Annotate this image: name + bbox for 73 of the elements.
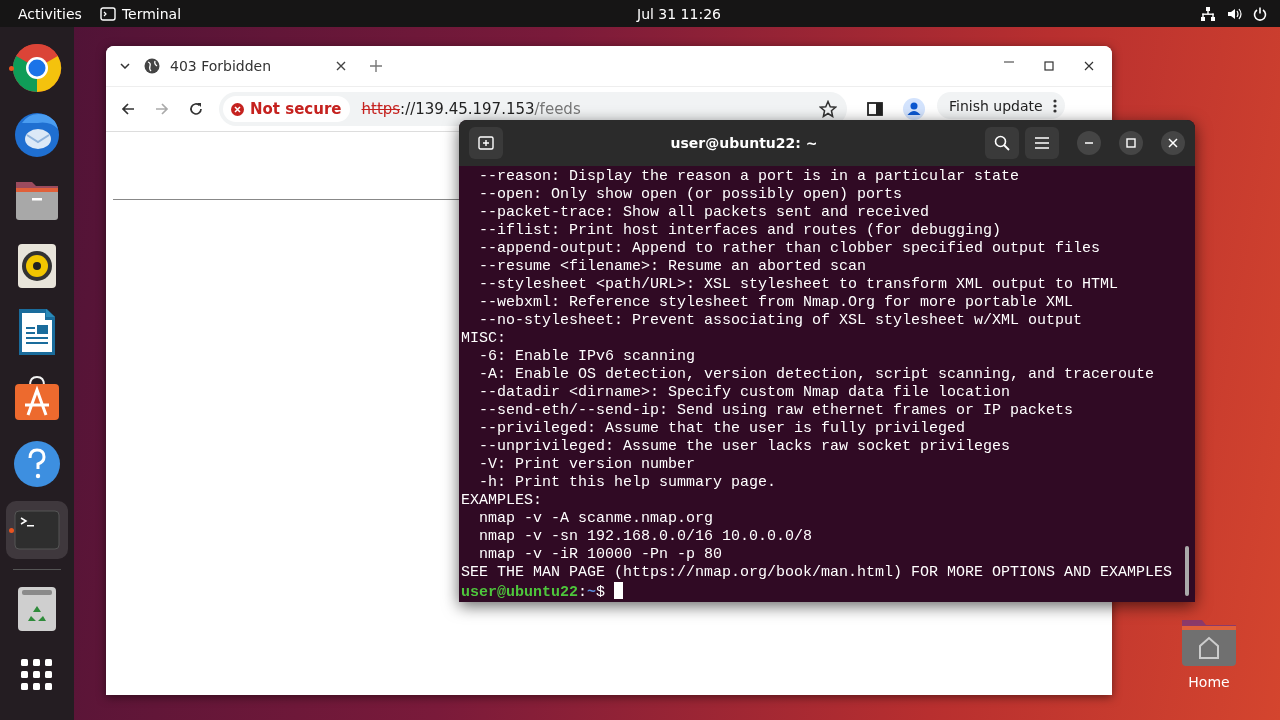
terminal-line: -V: Print version number — [478, 456, 696, 474]
close-icon[interactable] — [1084, 61, 1094, 71]
terminal-line: --iflist: Print host interfaces and routes (for debugging) — [478, 222, 1002, 240]
maximize-button[interactable] — [1119, 131, 1143, 155]
plus-icon[interactable] — [370, 60, 382, 72]
help-icon — [13, 440, 61, 488]
maximize-icon[interactable] — [1044, 61, 1054, 71]
terminal-line: nmap -v -A scanme.nmap.org — [478, 510, 714, 528]
terminal-line: --send-eth/--send-ip: Send using raw ethernet frames or IP packets — [478, 402, 1074, 420]
profile-icon[interactable] — [903, 98, 925, 120]
shopping-bag-icon — [14, 375, 60, 421]
finish-update-button[interactable]: Finish update — [937, 92, 1065, 119]
search-button[interactable] — [985, 127, 1019, 159]
close-icon[interactable] — [336, 61, 346, 71]
terminal-line: -A: Enable OS detection, version detection, script scanning, and traceroute — [478, 366, 1155, 384]
running-indicator — [9, 65, 14, 71]
running-indicator — [9, 527, 14, 533]
back-icon[interactable] — [121, 102, 135, 116]
terminal-line: nmap -v -sn 192.168.0.0/16 10.0.0.0/8 — [478, 528, 813, 546]
speaker-icon — [17, 243, 57, 289]
window-title: user@ubuntu22: ~ — [669, 135, 819, 151]
globe-icon — [144, 58, 160, 74]
terminal-line: nmap -v -iR 10000 -Pn -p 80 — [478, 546, 723, 564]
desktop-icon[interactable]: Home — [1180, 618, 1238, 690]
terminal-icon — [99, 6, 116, 21]
terminal-line: --reason: Display the reason a port is in a particular state — [478, 168, 1020, 186]
terminal-line: --open: Only show open (or possibly open) ports — [478, 186, 903, 204]
activities-button[interactable]: Activities — [18, 5, 82, 22]
terminal-line: --datadir <dirname>: Specify custom Nmap data file location — [478, 384, 1011, 402]
terminal-line: --resume <filename>: Resume an aborted scan — [478, 258, 867, 276]
error-icon — [231, 102, 244, 116]
home-folder-icon — [1180, 618, 1238, 668]
search-icon — [994, 135, 1010, 151]
close-button[interactable] — [1161, 131, 1185, 155]
close-icon — [1168, 138, 1178, 148]
network-icon[interactable] — [1200, 5, 1216, 22]
terminal-line: --stylesheet <path/URL>: XSL stylesheet to transform XML output to HTML — [478, 276, 1119, 294]
app-grid-icon — [21, 659, 53, 691]
more-icon — [1052, 98, 1057, 113]
side-panel-icon[interactable] — [867, 101, 883, 117]
browser-icon — [12, 43, 62, 93]
terminal-line: --webxml: Reference stylesheet from Nmap.Org for more portable XML — [478, 294, 1074, 312]
minimize-icon — [1084, 142, 1094, 144]
security-chip[interactable]: Not secure — [223, 96, 350, 122]
chevron-down-icon[interactable] — [120, 63, 130, 69]
maximize-icon — [1126, 138, 1136, 148]
terminal-line: EXAMPLES: — [461, 492, 542, 510]
terminal-line: --unprivileged: Assume the user lacks raw socket privileges — [478, 438, 1011, 456]
document-icon — [17, 308, 57, 356]
shell-prompt: user@ubuntu22:~$ — [461, 582, 624, 602]
terminal-line: -6: Enable IPv6 scanning — [478, 348, 696, 366]
star-icon[interactable] — [819, 100, 837, 118]
new-tab-button[interactable] — [469, 127, 503, 159]
terminal-line: MISC: — [461, 330, 506, 348]
trash-icon — [17, 586, 57, 632]
menu-icon — [1035, 137, 1049, 149]
terminal-line: --no-stylesheet: Prevent associating of XSL stylesheet w/XML output — [478, 312, 1083, 330]
terminal-line: -h: Print this help summary page. — [478, 474, 777, 492]
desktop-icon-label: Home — [1188, 674, 1230, 690]
terminal-line: --packet-trace: Show all packets sent and received — [478, 204, 930, 222]
clock[interactable]: Jul 31 11:26 — [637, 5, 721, 22]
url-text: https://139.45.197.153/feeds — [361, 100, 581, 118]
minimize-button[interactable] — [1077, 131, 1101, 155]
menu-button[interactable] — [1025, 127, 1059, 159]
terminal-line: SEE THE MAN PAGE (https://nmap.org/book/man.html) FOR MORE OPTIONS AND EXAMPLES — [461, 564, 1173, 582]
terminal-line: --privileged: Assume that the user is fully privileged — [478, 420, 966, 438]
app-menu-button[interactable]: Terminal — [99, 5, 182, 22]
terminal-icon — [14, 510, 60, 550]
tab-title: 403 Forbidden — [170, 58, 272, 74]
terminal-line: --append-output: Append to rather than clobber specified output files — [478, 240, 1101, 258]
reload-icon[interactable] — [189, 102, 203, 116]
power-icon[interactable] — [1252, 5, 1268, 22]
new-tab-icon — [478, 136, 494, 150]
